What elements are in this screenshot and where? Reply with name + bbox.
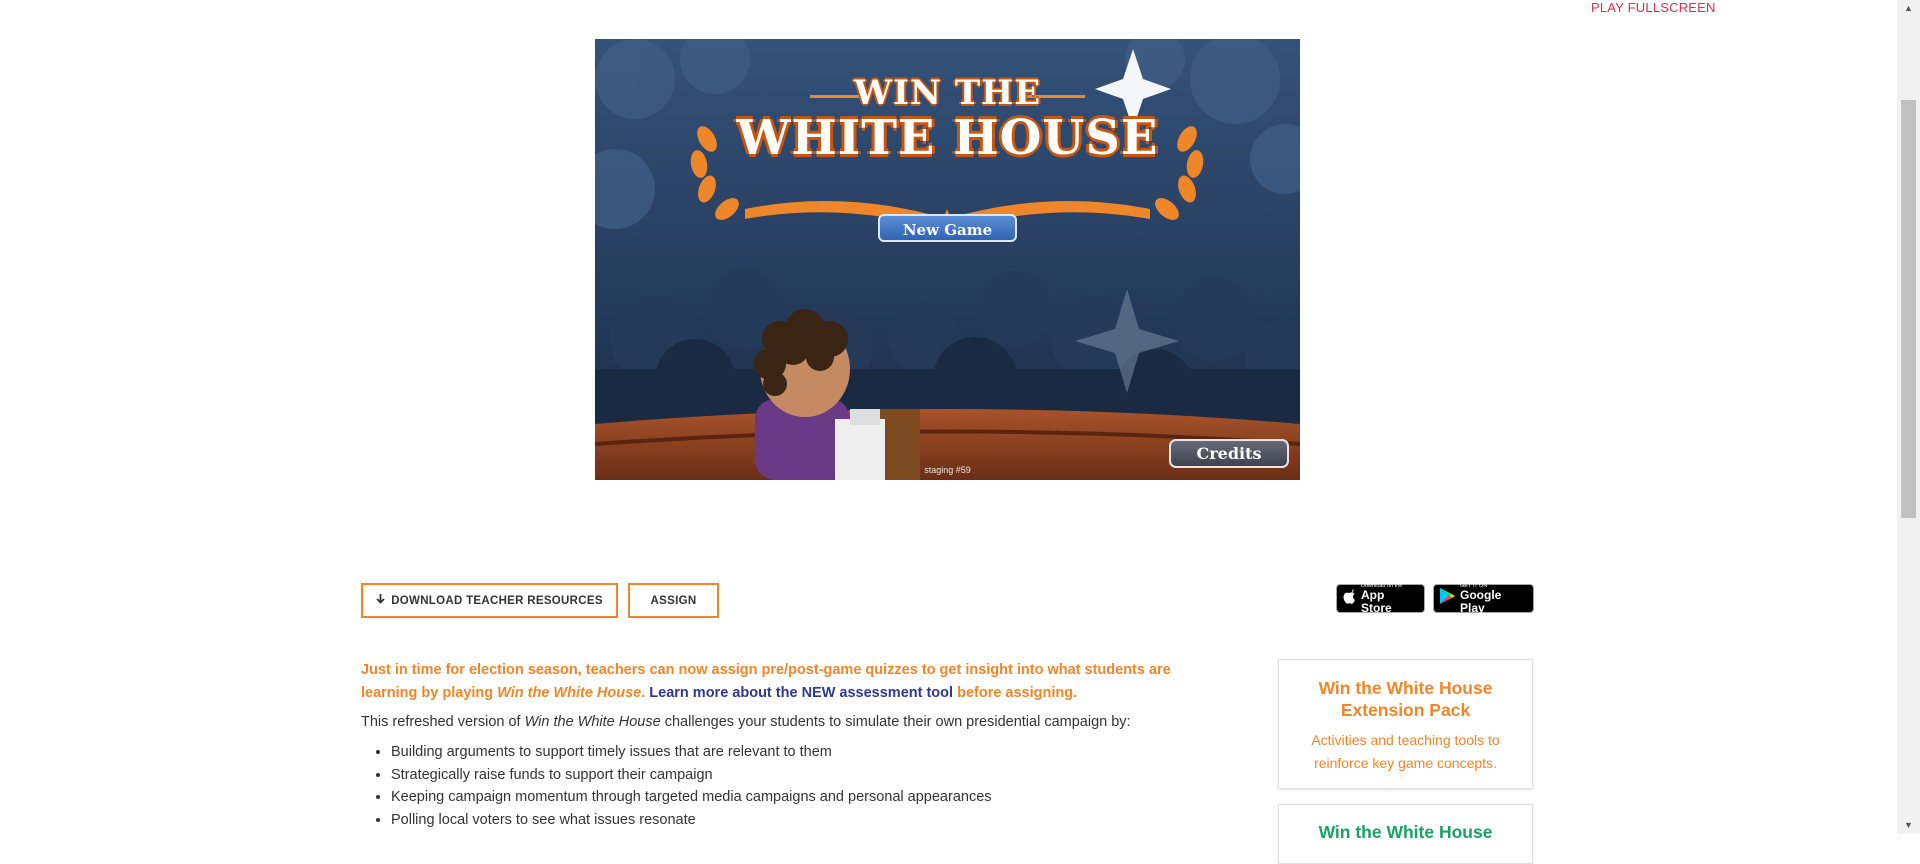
list-item: Building arguments to support timely iss… <box>391 741 992 764</box>
extension-pack-card[interactable]: Win the White House Extension Pack Activ… <box>1278 659 1533 789</box>
google-play-icon <box>1440 588 1455 609</box>
staging-label: staging #59 <box>924 465 971 475</box>
google-play-badge[interactable]: GET IT ON Google Play <box>1433 583 1534 615</box>
extension-pack-description: Activities and teaching tools to reinfor… <box>1311 732 1500 771</box>
intro-text-end: before assigning. <box>953 685 1078 701</box>
page-scrollbar[interactable]: ▲ ▼ <box>1897 0 1920 834</box>
list-item: Strategically raise funds to support the… <box>391 764 992 787</box>
download-button-label: DOWNLOAD TEACHER RESOURCES <box>391 594 603 607</box>
feature-list: Building arguments to support timely iss… <box>361 741 992 832</box>
intro-announcement: Just in time for election season, teache… <box>361 659 1171 705</box>
download-teacher-resources-button[interactable]: DOWNLOAD TEACHER RESOURCES <box>361 583 618 618</box>
description-paragraph: This refreshed version of Win the White … <box>361 711 1171 733</box>
scroll-thumb[interactable] <box>1901 100 1916 518</box>
description-game-title: Win the White House <box>524 714 661 730</box>
assessment-tool-link[interactable]: Learn more about the NEW assessment tool <box>649 685 953 701</box>
assign-button[interactable]: ASSIGN <box>628 583 719 618</box>
game-frame[interactable]: WIN THE WHITE HOUSE New Game Credits sta… <box>595 39 1300 480</box>
game-logo-line1: WIN THE <box>853 73 1042 113</box>
game-logo-title: WHITE HOUSE <box>736 110 1159 166</box>
list-item: Polling local voters to see what issues … <box>391 809 992 832</box>
scroll-down-icon[interactable]: ▼ <box>1897 817 1920 834</box>
play-fullscreen-link[interactable]: PLAY FULLSCREEN <box>1591 0 1716 15</box>
scroll-up-icon[interactable]: ▲ <box>1897 0 1920 17</box>
description-text-end: challenges your students to simulate the… <box>660 714 1131 730</box>
credits-button[interactable]: Credits <box>1169 439 1289 468</box>
description-text: This refreshed version of <box>361 714 525 730</box>
google-play-label: Google Play <box>1460 587 1502 615</box>
extension-pack-title[interactable]: Win the White House Extension Pack <box>1306 677 1506 721</box>
app-store-label: App Store <box>1361 587 1392 615</box>
related-card-title[interactable]: Win the White House <box>1306 821 1506 843</box>
assign-button-label: ASSIGN <box>650 594 697 607</box>
arrow-down-icon <box>376 594 385 607</box>
new-game-button[interactable]: New Game <box>878 214 1017 242</box>
related-card[interactable]: Win the White House <box>1278 804 1533 864</box>
apple-icon <box>1343 588 1356 609</box>
app-store-badge[interactable]: Download on the App Store <box>1336 583 1425 615</box>
intro-game-title: Win the White House <box>497 685 642 701</box>
list-item: Keeping campaign momentum through target… <box>391 786 992 809</box>
